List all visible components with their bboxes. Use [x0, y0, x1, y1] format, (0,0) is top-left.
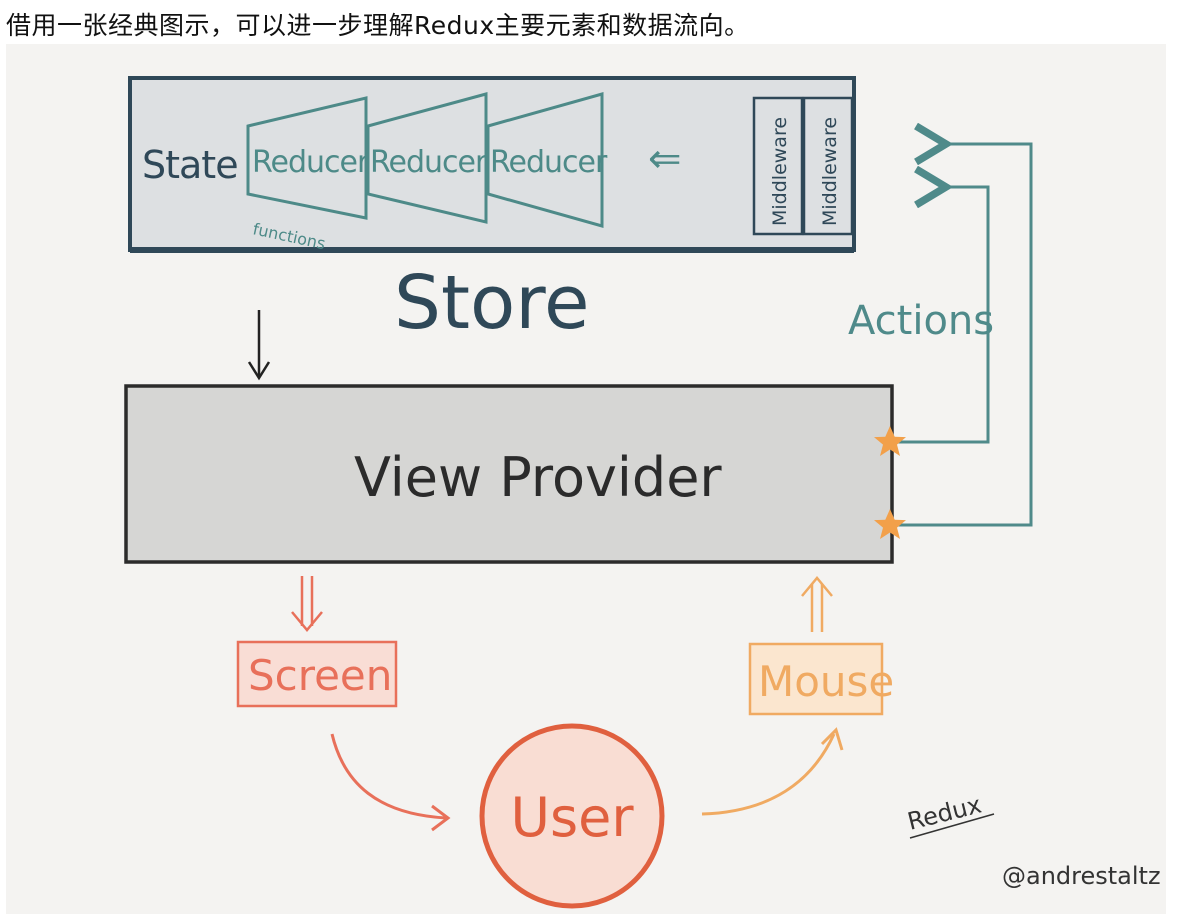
state-label: State: [142, 143, 238, 187]
reducer-label-2: Reducer: [370, 145, 488, 180]
screen-box: Screen: [236, 640, 398, 708]
view-provider-box: View Provider: [124, 384, 894, 564]
store-box: State Reducer Reducer Reducer functions …: [128, 76, 856, 253]
middleware-label-1: Middleware: [769, 117, 791, 226]
middleware-label-2: Middleware: [819, 117, 841, 226]
screen-down-arrow: [291, 576, 323, 632]
store-label: Store: [394, 260, 590, 346]
store-to-view-arrow: [247, 310, 271, 381]
screen-label: Screen: [248, 651, 392, 700]
signature-title: Redux: [905, 791, 985, 836]
redux-diagram: State Reducer Reducer Reducer functions …: [124, 76, 1161, 909]
caption-text: 借用一张经典图示，可以进一步理解Redux主要元素和数据流向。: [6, 11, 750, 40]
mouse-label: Mouse: [758, 657, 894, 706]
view-provider-label: View Provider: [354, 446, 722, 509]
double-arrow-icon: ⇐: [648, 136, 682, 182]
mouse-up-arrow: [801, 576, 833, 632]
reducer-label-3: Reducer: [490, 145, 608, 180]
diagram-canvas: State Reducer Reducer Reducer functions …: [6, 44, 1166, 914]
mouse-box: Mouse: [748, 642, 894, 716]
actions-label: Actions: [848, 298, 994, 344]
signature: Redux @andrestaltz: [905, 791, 1161, 890]
user-to-mouse-arrow: [701, 727, 844, 816]
signature-author: @andrestaltz: [1002, 862, 1161, 890]
user-label: User: [510, 786, 634, 849]
screen-to-user-arrow: [330, 733, 451, 832]
user-circle: User: [479, 723, 665, 909]
reducer-label-1: Reducer: [252, 145, 370, 180]
